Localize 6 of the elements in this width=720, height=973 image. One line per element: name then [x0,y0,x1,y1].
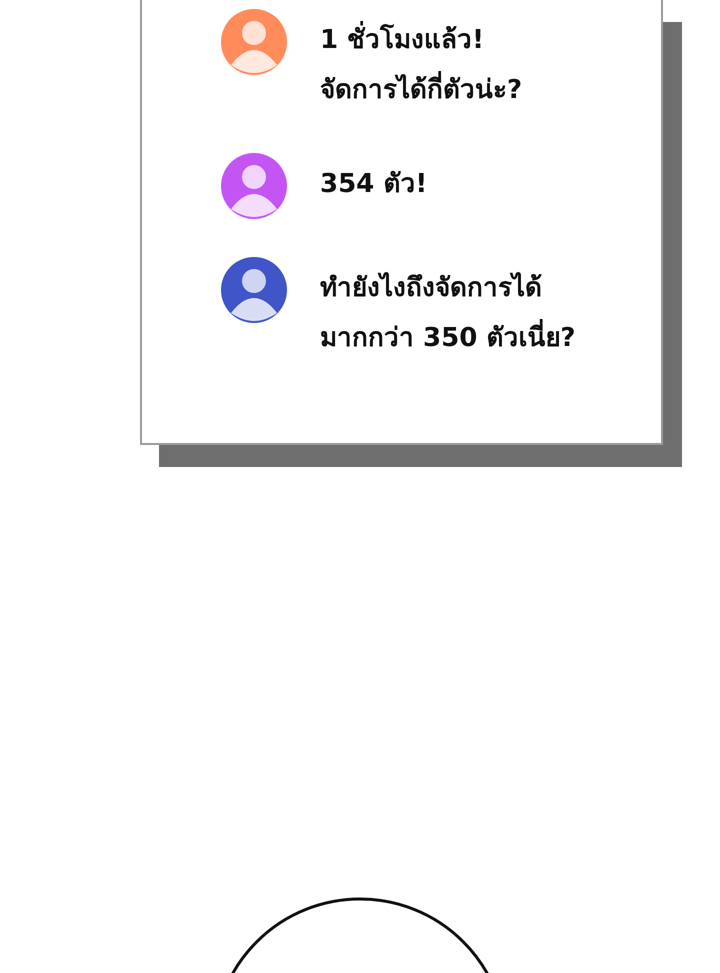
message-text: 1 ชั่วโมงแล้ว! จัดการได้กี่ตัวน่ะ? [320,15,522,115]
message-text: 354 ตัว! [320,168,428,201]
message-text: ทำยังไงถึงจัดการได้ มากกว่า 350 ตัวเนี่ย? [320,271,576,355]
avatar-icon [221,257,287,323]
avatar-icon [221,153,287,219]
avatar-icon [221,9,287,75]
